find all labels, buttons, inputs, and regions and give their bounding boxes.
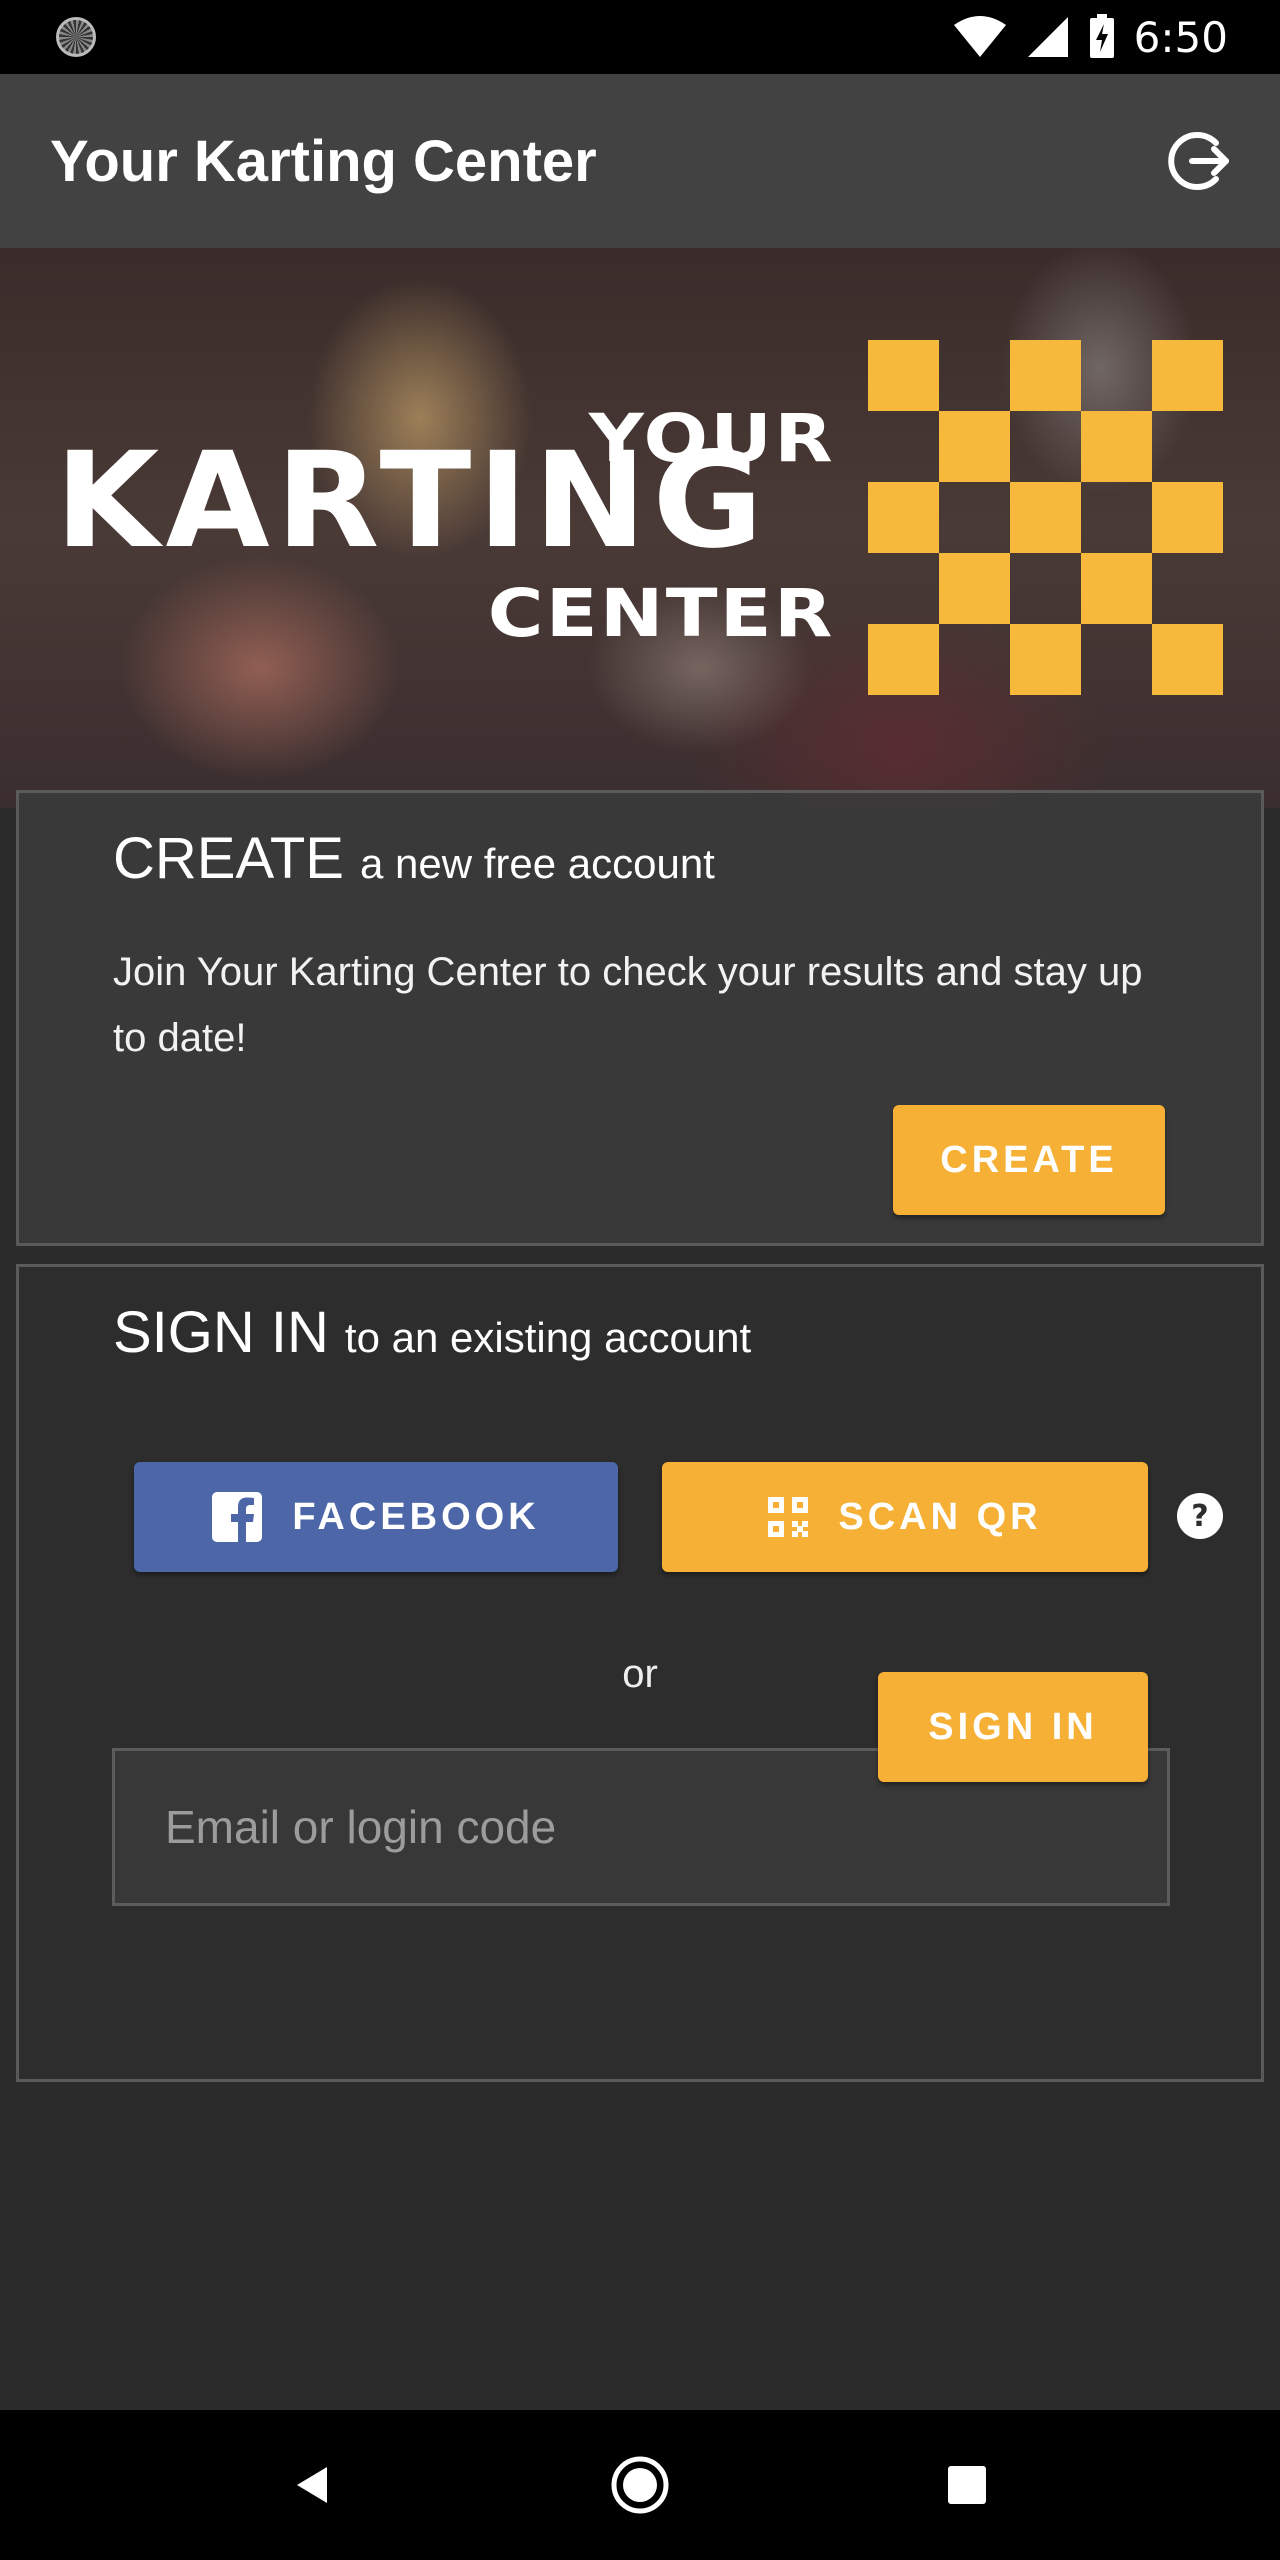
qr-code-icon (768, 1497, 809, 1537)
recents-button[interactable] (927, 2445, 1007, 2525)
logo-text-karting: KARTING (55, 424, 770, 578)
app-title: Your Karting Center (50, 128, 597, 194)
wifi-icon (953, 16, 1006, 57)
signal-icon (1027, 17, 1068, 57)
create-account-card: CREATE a new free account Join Your Kart… (16, 790, 1264, 1246)
create-button[interactable]: CREATE (893, 1105, 1165, 1215)
logo-text-center: CENTER (488, 575, 835, 652)
create-description: Join Your Karting Center to check your r… (113, 950, 1143, 1060)
facebook-login-button[interactable]: FACEBOOK (134, 1462, 618, 1572)
home-circle-icon (611, 2456, 669, 2514)
sync-status-icon (56, 17, 96, 57)
svg-text:?: ? (1191, 1499, 1208, 1534)
create-heading-strong: CREATE (113, 826, 344, 891)
facebook-icon (212, 1492, 263, 1542)
create-heading-rest: a new free account (359, 840, 715, 887)
signin-heading: SIGN IN to an existing account (113, 1299, 751, 1366)
help-icon[interactable]: ? (1176, 1492, 1224, 1540)
system-navigation-bar (0, 2410, 1280, 2560)
checkered-flag-icon (868, 340, 1223, 695)
back-triangle-icon (297, 2467, 328, 2503)
scan-qr-button[interactable]: SCAN QR (662, 1462, 1148, 1572)
status-time: 6:50 (1133, 12, 1228, 62)
sign-in-button[interactable]: SIGN IN (878, 1672, 1148, 1782)
logout-icon (1168, 132, 1229, 190)
app-bar: Your Karting Center (0, 74, 1280, 248)
home-button[interactable] (600, 2445, 680, 2525)
signin-heading-strong: SIGN IN (113, 1300, 329, 1365)
facebook-label: FACEBOOK (292, 1495, 540, 1538)
create-heading: CREATE a new free account (113, 825, 715, 892)
logout-button[interactable] (1160, 121, 1240, 201)
brand-logo: YOUR KARTING CENTER (55, 340, 1235, 700)
scan-qr-label: SCAN QR (838, 1495, 1042, 1538)
signin-heading-rest: to an existing account (344, 1314, 752, 1361)
status-bar: 6:50 (0, 0, 1280, 74)
back-button[interactable] (273, 2445, 353, 2525)
recents-square-icon (947, 2466, 986, 2504)
battery-charging-icon (1089, 14, 1114, 58)
